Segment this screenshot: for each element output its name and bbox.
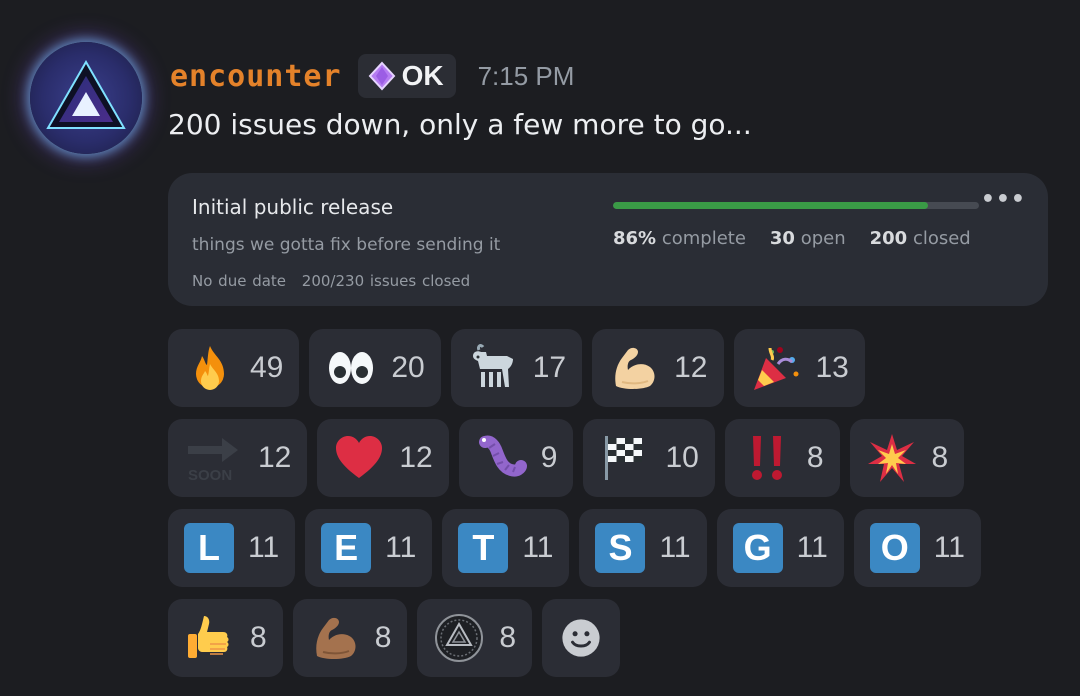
reaction-letter-e[interactable]: E 11 [305,509,433,587]
reaction-count: 8 [250,621,267,654]
open-issues: 30 open [769,228,846,249]
reaction-count: 13 [815,351,849,384]
checkered-flag-icon [599,432,651,484]
reaction-triangle-seal[interactable]: 8 [417,599,533,677]
progress-fill [613,202,928,209]
purple-gem-icon [368,61,395,91]
reaction-goat[interactable]: 17 [450,329,583,407]
party-popper-icon [750,342,802,394]
svg-text:SOON: SOON [188,467,232,484]
reaction-collision[interactable]: 8 [849,419,965,497]
progress-bar [613,202,979,209]
message-header: encounter OK 7:15 PM [170,54,574,98]
reaction-count: 11 [933,531,965,564]
reaction-soon-arrow[interactable]: SOON 12 [168,419,308,497]
red-heart-icon [333,432,385,484]
reaction-count: 10 [665,441,699,474]
reaction-letter-l[interactable]: L 11 [168,509,296,587]
flexed-biceps-light-icon [608,342,660,394]
reaction-count: 11 [659,531,691,564]
smiley-add-reaction-icon [556,612,606,664]
reaction-count: 8 [499,621,517,654]
embed-stats: 86% complete 30 open 200 closed [613,228,971,249]
due-date: No due date [192,272,287,290]
reaction-count: 12 [674,351,708,384]
avatar[interactable] [30,42,142,154]
reaction-count: 9 [540,441,558,474]
timestamp: 7:15 PM [477,60,575,91]
reaction-fire[interactable]: 49 [168,329,300,407]
milestone-embed[interactable]: Initial public release things we gotta f… [168,173,1048,306]
add-reaction-button[interactable] [542,599,621,677]
letter-g-icon: G [732,523,783,573]
letter-t-icon: T [458,523,509,573]
reaction-thumbs-up[interactable]: 8 [168,599,283,677]
reactions-row: SOON 12 12 9 10 8 8 [168,419,981,497]
reactions-bar: 49 20 17 12 13 SOON 12 12 9 10 8 8 L 11 E 11 T 11 S 11 G 11 O 1… [168,329,981,689]
reaction-count: 12 [258,441,292,474]
thumbs-up-icon [184,612,236,664]
embed-title[interactable]: Initial public release [192,195,393,219]
reaction-count: 11 [522,531,554,564]
reactions-row: L 11 E 11 T 11 S 11 G 11 O 11 [168,509,981,587]
reaction-letter-g[interactable]: G 11 [716,509,844,587]
embed-description: things we gotta fix before sending it [192,235,501,255]
reaction-party-popper[interactable]: 13 [733,329,865,407]
letter-s-icon: S [595,523,646,573]
reaction-purple-worm[interactable]: 9 [458,419,574,497]
goat-icon [467,342,519,394]
reaction-letter-s[interactable]: S 11 [579,509,707,587]
server-tag-label: OK [401,60,444,91]
reaction-count: 49 [250,351,284,384]
issues-closed: 200/230 issues closed [301,272,471,290]
reaction-count: 17 [532,351,567,384]
reaction-red-heart[interactable]: 12 [317,419,449,497]
reactions-row: 8 8 8 [168,599,981,677]
double-exclamation-icon [741,432,793,484]
closed-issues: 200 closed [869,228,971,249]
reaction-flexed-biceps-dark[interactable]: 8 [292,599,408,677]
eyes-icon [325,342,377,394]
letter-e-icon: E [321,523,372,573]
soon-arrow-icon: SOON [184,432,244,484]
embed-meta: No due date 200/230 issues closed [192,272,470,290]
letter-o-icon: O [869,523,920,573]
reaction-count: 8 [806,441,824,474]
collision-icon [866,432,918,484]
reaction-flexed-biceps-light[interactable]: 12 [592,329,724,407]
purple-worm-icon [475,432,527,484]
username[interactable]: encounter [170,59,342,94]
reaction-count: 12 [399,441,433,474]
triangle-seal-icon [433,612,485,664]
reaction-count: 11 [796,531,828,564]
reaction-count: 20 [391,351,425,384]
message-text: 200 issues down, only a few more to go..… [168,108,752,141]
letter-l-icon: L [184,523,234,573]
reactions-row: 49 20 17 12 13 [168,329,981,407]
reaction-letter-t[interactable]: T 11 [442,509,570,587]
more-options-button[interactable]: ••• [981,189,1026,211]
server-tag[interactable]: OK [357,54,456,98]
reaction-checkered-flag[interactable]: 10 [583,419,715,497]
percent-complete: 86% complete [613,228,746,249]
reaction-count: 11 [248,531,280,564]
reaction-letter-o[interactable]: O 11 [853,509,981,587]
reaction-eyes[interactable]: 20 [309,329,441,407]
reaction-double-exclamation[interactable]: 8 [724,419,840,497]
reaction-count: 8 [374,621,392,654]
reaction-count: 8 [931,441,949,474]
fire-icon [184,342,236,394]
triangle-logo-icon [46,59,126,129]
reaction-count: 11 [385,531,417,564]
flexed-biceps-dark-icon [309,612,361,664]
